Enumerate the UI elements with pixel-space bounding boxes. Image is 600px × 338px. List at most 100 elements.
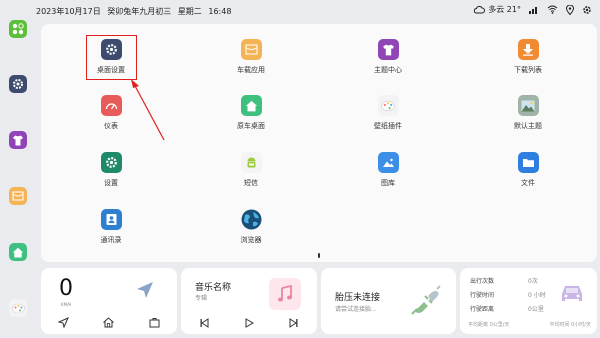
- image-icon: [382, 158, 394, 167]
- music-artist: 专辑: [195, 295, 208, 302]
- wallpaper-plugin-tile: [377, 95, 399, 116]
- app-gallery[interactable]: 图库: [353, 152, 423, 196]
- app-label: 默认主题: [514, 122, 542, 130]
- app-contacts[interactable]: 通讯录: [76, 209, 146, 253]
- app-car-apps[interactable]: 车载应用: [216, 39, 286, 83]
- grid-apps-icon: [12, 23, 24, 35]
- original-desktop-tile: [240, 95, 262, 116]
- app-label: 下载列表: [514, 66, 542, 74]
- status-bar: 2023年10月17日 癸卯兔年九月初三 星期二 16:48 多云 21°: [0, 0, 600, 22]
- stat-label: 行驶距离: [470, 306, 495, 313]
- car-icon: [562, 286, 582, 301]
- stat-label: 行驶时间: [470, 292, 495, 299]
- gauge-icon: [105, 103, 117, 110]
- briefcase-icon[interactable]: [149, 317, 160, 328]
- plug-icon: [411, 285, 441, 315]
- status-icons: 多云 21°: [473, 4, 592, 15]
- app-label: 主题中心: [374, 66, 402, 74]
- app-theme-center[interactable]: 主题中心: [353, 39, 423, 83]
- music-note-icon: [278, 285, 292, 302]
- gear-icon: [13, 79, 23, 89]
- stat-value: 0公里: [528, 306, 544, 313]
- avg-distance: 平均距离 0公里/天: [468, 322, 510, 328]
- tire-pressure-subtitle: 请尝试连接胎...: [335, 306, 377, 313]
- app-label: 浏览器: [240, 236, 262, 244]
- status-weekday: 星期二: [177, 7, 202, 16]
- speed-widget-actions: [41, 317, 177, 328]
- stat-value: 0次: [528, 278, 538, 285]
- landscape-icon: [521, 100, 535, 111]
- page-indicator: [318, 253, 320, 258]
- app-download-list[interactable]: 下载列表: [493, 39, 563, 83]
- app-settings[interactable]: 设置: [76, 152, 146, 196]
- app-label: 壁纸插件: [374, 122, 402, 130]
- signal-icon: [529, 7, 537, 14]
- gear-icon: [105, 157, 117, 168]
- dock-theme-button[interactable]: [9, 131, 27, 149]
- dock-car-apps-button[interactable]: [9, 187, 27, 205]
- contact-card-icon: [106, 214, 116, 225]
- trip-stats-widget[interactable]: 出行次数 0次 行驶时间 0 小时 行驶距离 0公里 平均距离 0公里/天 平均…: [460, 268, 597, 334]
- weather: 多云 21°: [473, 4, 521, 15]
- stat-label: 出行次数: [470, 278, 495, 285]
- stat-value: 0 小时: [528, 292, 546, 299]
- left-dock: [0, 0, 36, 338]
- browser-tile: [241, 209, 262, 230]
- cloud-icon: [474, 5, 486, 14]
- avg-time: 平均时间 0小时/天: [549, 322, 591, 328]
- tire-pressure-widget[interactable]: 胎压未连接 请尝试连接胎...: [321, 268, 456, 334]
- settings-tile: [100, 152, 122, 173]
- car-apps-tile: [240, 39, 262, 60]
- app-sms[interactable]: 短信: [216, 152, 286, 196]
- dock-settings-button[interactable]: [9, 75, 27, 93]
- app-label: 原车桌面: [237, 122, 265, 130]
- tire-pressure-title: 胎压未连接: [335, 293, 381, 303]
- dock-wallpaper-button[interactable]: [9, 299, 27, 317]
- app-label: 设置: [104, 179, 118, 187]
- sms-tile: [240, 152, 262, 173]
- annotation-arrow: [131, 79, 165, 141]
- stat-distance: 行驶距离 0公里: [470, 304, 544, 313]
- app-wallpaper-plugin[interactable]: 壁纸插件: [353, 95, 423, 139]
- box-icon: [12, 191, 24, 201]
- music-widget[interactable]: 音乐名称 专辑: [181, 268, 317, 334]
- stat-trips: 出行次数 0次: [470, 276, 538, 285]
- next-track-icon[interactable]: [289, 318, 299, 328]
- highlight-box: [86, 35, 137, 80]
- dock-apps-button[interactable]: [9, 20, 27, 38]
- app-label: 短信: [244, 179, 258, 187]
- play-icon[interactable]: [244, 318, 254, 328]
- palette-icon: [11, 303, 25, 313]
- box-icon: [245, 44, 257, 55]
- contacts-tile: [100, 209, 122, 230]
- status-date: 2023年10月17日: [36, 7, 101, 16]
- tshirt-icon: [382, 44, 394, 55]
- previous-track-icon[interactable]: [199, 318, 209, 328]
- home-icon[interactable]: [103, 317, 115, 328]
- default-theme-tile: [517, 95, 539, 116]
- files-tile: [517, 152, 539, 173]
- weather-text: 多云 21°: [488, 5, 521, 14]
- app-original-desktop[interactable]: 原车桌面: [216, 95, 286, 139]
- navigation-arrow-icon: [137, 282, 153, 298]
- app-label: 通讯录: [100, 236, 122, 244]
- music-controls: [181, 318, 317, 328]
- speed-widget[interactable]: 0 KM/H: [41, 268, 177, 334]
- app-label: 图库: [381, 179, 395, 187]
- download-list-tile: [517, 39, 539, 60]
- app-label: 文件: [521, 179, 535, 187]
- location-icon: [566, 4, 574, 15]
- tshirt-icon: [13, 135, 23, 145]
- folder-icon: [522, 159, 534, 167]
- download-arrow-icon: [523, 44, 533, 56]
- music-title: 音乐名称: [195, 283, 232, 293]
- stat-drive-time: 行驶时间 0 小时: [470, 290, 546, 299]
- app-files[interactable]: 文件: [493, 152, 563, 196]
- app-browser[interactable]: 浏览器: [216, 209, 286, 253]
- album-art: [269, 278, 301, 310]
- app-default-theme[interactable]: 默认主题: [493, 95, 563, 139]
- wifi-icon: [547, 5, 558, 14]
- settings-gear-icon[interactable]: [582, 5, 592, 15]
- navigate-icon[interactable]: [58, 317, 70, 328]
- dock-home-button[interactable]: [9, 243, 27, 261]
